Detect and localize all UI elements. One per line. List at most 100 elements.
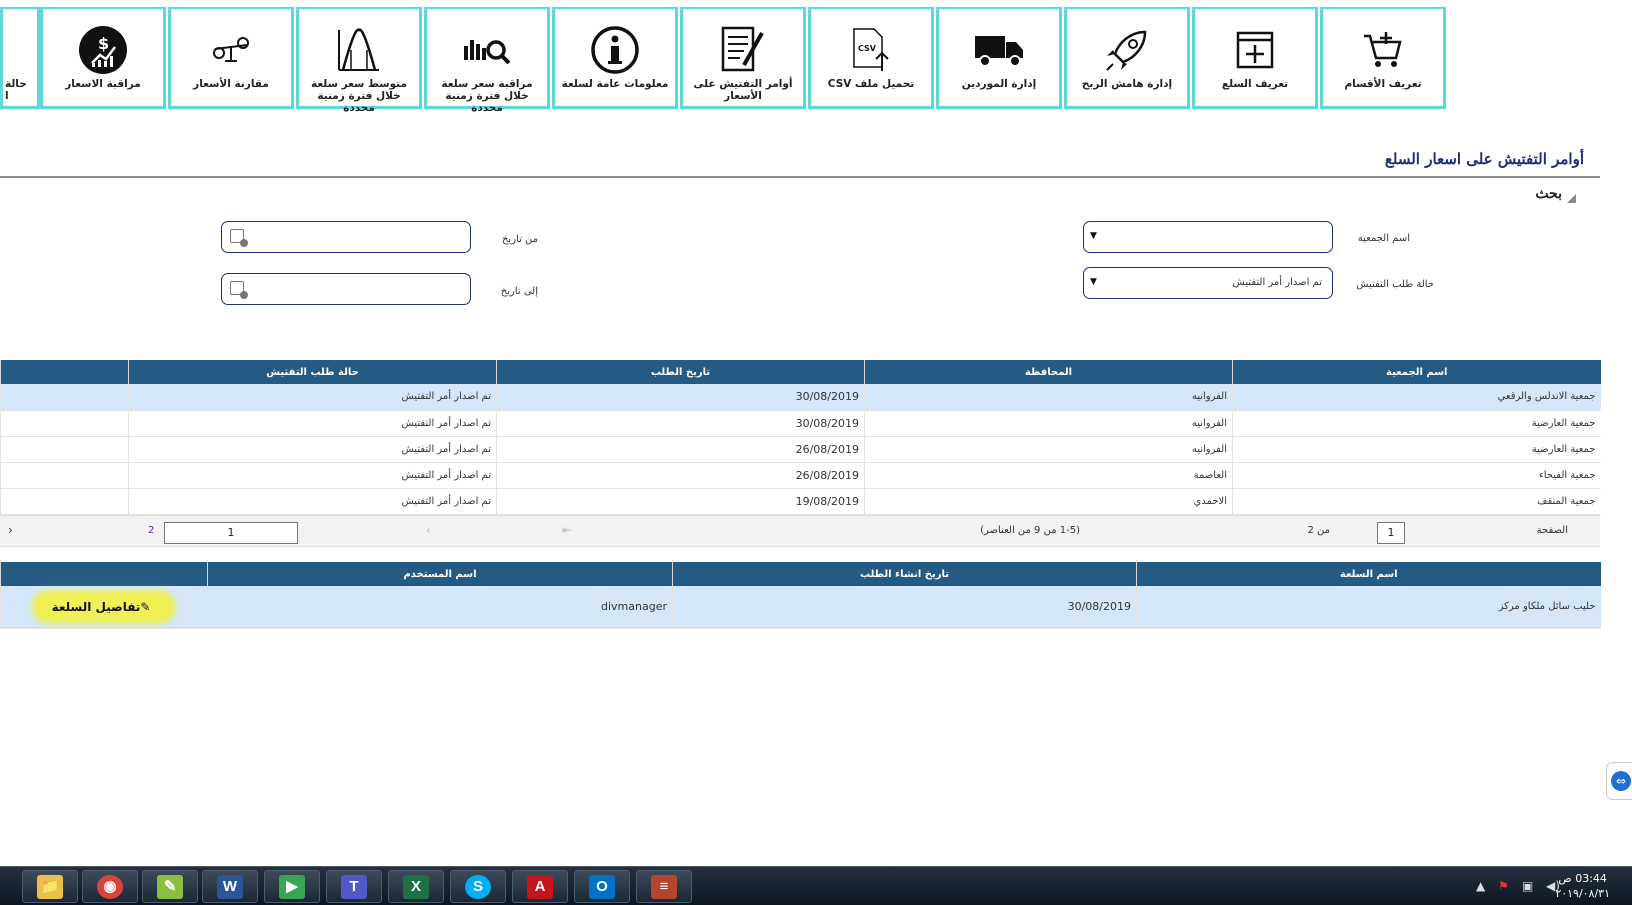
add-window-icon bbox=[1195, 23, 1315, 77]
toolbar-item-suppliers[interactable]: إدارة الموردين bbox=[936, 7, 1062, 109]
toolbar-item-label: أوامر التفتيش على الأسعار bbox=[693, 78, 793, 102]
toolbar-item-profit-margin[interactable]: إدارة هامش الربح bbox=[1064, 7, 1190, 109]
society-label: اسم الجمعية bbox=[1357, 233, 1410, 244]
page-title: أوامر التفتيش على اسعار السلع bbox=[1384, 150, 1584, 168]
taskbar-explorer[interactable]: 📁 bbox=[22, 870, 78, 903]
toolbar-item-item-info[interactable]: معلومات عامة لسلعة bbox=[552, 7, 678, 109]
cell-status: تم اصدار أمر التفتيش bbox=[128, 410, 497, 437]
clock[interactable]: 03:44 ص ٢٠١٩/٠٨/٣١ bbox=[1555, 871, 1610, 901]
society-select[interactable]: ▼ bbox=[1083, 221, 1333, 253]
from-date-label: من تاريخ bbox=[501, 234, 538, 245]
pager-current-page[interactable]: 1 bbox=[164, 522, 298, 544]
taskbar-chrome[interactable]: ◉ bbox=[82, 870, 138, 903]
taskbar-acrobat[interactable]: A bbox=[512, 870, 568, 903]
column-header[interactable]: اسم السلعة bbox=[1136, 562, 1601, 586]
column-header[interactable]: تاريخ انشاء الطلب bbox=[672, 562, 1137, 586]
toolbar-item-price-compare[interactable]: مقارنة الأسعار bbox=[168, 7, 294, 109]
cell-society: جمعية العارضية bbox=[1232, 410, 1601, 437]
table-row[interactable]: جمعية المنقف الاحمدي 19/08/2019 تم اصدار… bbox=[0, 488, 1601, 515]
calendar-icon[interactable] bbox=[230, 229, 248, 247]
column-header-empty bbox=[0, 360, 129, 384]
table-row[interactable]: جمعية الفيحاء العاصمة 26/08/2019 تم اصدا… bbox=[0, 462, 1601, 489]
toolbar-item-price-monitor[interactable]: $ مراقبة الاسعار bbox=[40, 7, 166, 109]
pencil-icon: ✎ bbox=[140, 599, 151, 614]
info-icon bbox=[555, 23, 675, 77]
taskbar-word[interactable]: W bbox=[202, 870, 258, 903]
table-row[interactable]: جمعية العارضية الفروانيه 26/08/2019 تم ا… bbox=[0, 436, 1601, 463]
orders-table-header: اسم الجمعية المحافظة تاريخ الطلب حالة طل… bbox=[0, 360, 1601, 384]
toolbar-item-label: إدارة الموردين bbox=[961, 78, 1037, 90]
items-table: اسم السلعة تاريخ انشاء الطلب اسم المستخد… bbox=[0, 562, 1601, 629]
toolbar-item-define-sections[interactable]: تعريف الأقسام bbox=[1320, 7, 1446, 109]
chart-search-icon bbox=[427, 23, 547, 77]
pager-page-label: الصفحة bbox=[1536, 525, 1568, 536]
first-page-icon[interactable]: ⇤ bbox=[562, 523, 572, 537]
pager-items-info: (1-5 من 9 من العناصر) bbox=[980, 525, 1080, 536]
svg-text:CSV: CSV bbox=[858, 44, 877, 53]
taskbar-media[interactable]: ▶ bbox=[264, 870, 320, 903]
search-section-heading[interactable]: بحث bbox=[1535, 186, 1562, 202]
csv-upload-icon: CSV bbox=[811, 23, 931, 77]
column-header[interactable]: حالة طلب التفتيش bbox=[128, 360, 497, 384]
toolbar-item-price-watch[interactable]: مراقبة سعر سلعة خلال فترة زمنية محددة bbox=[424, 7, 550, 114]
taskbar-outlook[interactable]: O bbox=[574, 870, 630, 903]
calendar-icon[interactable] bbox=[230, 281, 248, 299]
to-date-input[interactable] bbox=[221, 273, 471, 305]
toolbar-item-csv-upload[interactable]: CSV تحميل ملف CSV bbox=[808, 7, 934, 109]
truck-icon bbox=[939, 23, 1059, 77]
column-header[interactable]: اسم المستخدم bbox=[207, 562, 673, 586]
app-icon: ≡ bbox=[651, 874, 677, 899]
column-header[interactable]: اسم الجمعية bbox=[1232, 360, 1601, 384]
cart-add-icon bbox=[1323, 23, 1443, 77]
table-row[interactable]: حليب سائل ملكاو مركز 30/08/2019 divmanag… bbox=[0, 586, 1601, 629]
scale-compare-icon bbox=[171, 23, 291, 77]
chevron-down-icon: ▼ bbox=[1090, 231, 1097, 241]
toolbar-item-label: حالة ا bbox=[5, 78, 27, 102]
cell-governorate: الفروانيه bbox=[864, 436, 1233, 463]
next-page-icon[interactable]: › bbox=[8, 523, 13, 537]
pager-page-input[interactable]: 1 bbox=[1377, 522, 1405, 544]
toolbar-item-define-items[interactable]: تعريف السلع bbox=[1192, 7, 1318, 109]
taskbar-teams[interactable]: T bbox=[326, 870, 382, 903]
rocket-icon bbox=[1067, 23, 1187, 77]
taskbar-excel[interactable]: X bbox=[388, 870, 444, 903]
status-select[interactable]: ▼ تم اصدار أمر التفتيش bbox=[1083, 267, 1333, 299]
cell-empty bbox=[0, 436, 129, 463]
taskbar-skype[interactable]: S bbox=[450, 870, 506, 903]
network-flag-icon[interactable]: ⚑ bbox=[1498, 879, 1509, 893]
column-header[interactable]: المحافظة bbox=[864, 360, 1233, 384]
pager-next-page-link[interactable]: 2 bbox=[148, 525, 154, 536]
cell-status: تم اصدار أمر التفتيش bbox=[128, 462, 497, 489]
tray-expand-icon[interactable]: ▲ bbox=[1476, 879, 1485, 893]
to-date-label: إلى تاريخ bbox=[500, 286, 538, 297]
column-header[interactable]: تاريخ الطلب bbox=[496, 360, 865, 384]
table-row[interactable]: جمعية الاندلس والرقعي الفروانيه 30/08/20… bbox=[0, 384, 1601, 411]
search-collapse-icon[interactable] bbox=[1567, 194, 1576, 203]
cell-date: 26/08/2019 bbox=[496, 462, 865, 489]
taskbar-app[interactable]: ≡ bbox=[636, 870, 692, 903]
svg-text:$: $ bbox=[98, 34, 109, 53]
toolbar-item-label: مراقبة الاسعار bbox=[65, 78, 141, 90]
toolbar-item-label: مراقبة سعر سلعة خلال فترة زمنية محددة bbox=[441, 78, 533, 114]
cell-governorate: الفروانيه bbox=[864, 410, 1233, 437]
cell-date: 19/08/2019 bbox=[496, 488, 865, 515]
column-header-empty bbox=[0, 562, 208, 586]
toolbar-item-avg-price[interactable]: متوسط سعر سلعة خلال فترة زمنية محددة bbox=[296, 7, 422, 114]
system-tray: ▲ ⚑ ▣ ◀) 03:44 ص ٢٠١٩/٠٨/٣١ bbox=[1432, 867, 1632, 905]
item-details-label: تفاصيل السلعة bbox=[51, 599, 141, 614]
remote-support-widget[interactable]: ⇔ bbox=[1606, 762, 1632, 800]
prev-page-icon[interactable]: ‹ bbox=[426, 523, 431, 537]
toolbar-item-status[interactable]: حالة ا bbox=[0, 7, 40, 109]
cell-empty bbox=[0, 410, 129, 437]
table-row[interactable]: جمعية العارضية الفروانيه 30/08/2019 تم ا… bbox=[0, 410, 1601, 437]
notepad-icon: ✎ bbox=[157, 874, 183, 899]
price-monitor-icon: $ bbox=[43, 23, 163, 77]
item-details-button[interactable]: ✎تفاصيل السلعة bbox=[37, 595, 171, 618]
taskbar-notepad[interactable]: ✎ bbox=[142, 870, 198, 903]
cell-status: تم اصدار أمر التفتيش bbox=[128, 488, 497, 515]
from-date-input[interactable] bbox=[221, 221, 471, 253]
acrobat-icon: A bbox=[527, 874, 553, 899]
network-icon[interactable]: ▣ bbox=[1522, 879, 1533, 893]
toolbar-item-inspection-orders[interactable]: أوامر التفتيش على الأسعار bbox=[680, 7, 806, 109]
pager-of-label: من 2 bbox=[1307, 525, 1330, 536]
